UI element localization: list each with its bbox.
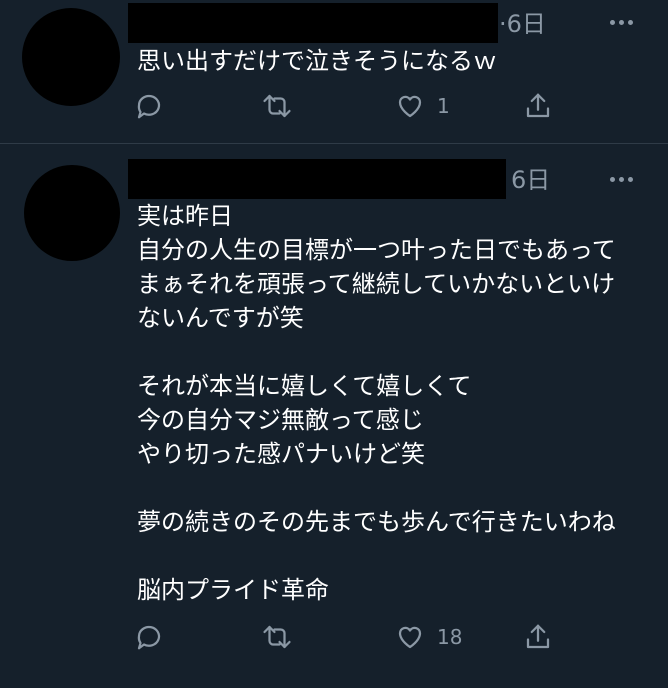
tweet-timestamp[interactable]: ·6日 xyxy=(499,10,546,38)
share-button[interactable] xyxy=(523,88,553,124)
retweet-icon xyxy=(263,94,291,118)
reply-button[interactable] xyxy=(134,88,164,124)
tweet-timestamp[interactable]: 6日 xyxy=(511,166,550,194)
heart-icon xyxy=(398,626,422,649)
like-count: 1 xyxy=(437,94,450,118)
tweet-actions: 18 xyxy=(0,619,668,655)
tweet-divider xyxy=(0,143,668,144)
redacted-user-name xyxy=(128,159,506,199)
redacted-user-name xyxy=(128,3,498,43)
tweet[interactable]: ·6日 思い出すだけで泣きそうになるｗ 1 xyxy=(0,0,668,143)
avatar[interactable] xyxy=(24,165,120,261)
reply-icon xyxy=(137,625,161,650)
tweet-actions: 1 xyxy=(0,88,668,124)
retweet-button[interactable] xyxy=(262,619,292,655)
like-count: 18 xyxy=(437,625,463,649)
more-icon[interactable] xyxy=(610,175,638,185)
reply-button[interactable] xyxy=(134,619,164,655)
tweet-text: 思い出すだけで泣きそうになるｗ xyxy=(137,47,497,75)
like-button[interactable]: 1 xyxy=(395,88,450,124)
retweet-button[interactable] xyxy=(262,88,292,124)
like-button[interactable]: 18 xyxy=(395,619,462,655)
share-button[interactable] xyxy=(523,619,553,655)
share-icon xyxy=(526,93,550,118)
more-icon[interactable] xyxy=(610,18,638,28)
heart-icon xyxy=(398,95,422,118)
tweet-text: 実は昨日 自分の人生の目標が一つ叶った日でもあって まぁそれを頑張って継続してい… xyxy=(137,202,616,604)
tweet[interactable]: 6日 実は昨日 自分の人生の目標が一つ叶った日でもあって まぁそれを頑張って継続… xyxy=(0,145,668,688)
reply-icon xyxy=(137,94,161,119)
share-icon xyxy=(526,624,550,649)
retweet-icon xyxy=(263,625,291,649)
